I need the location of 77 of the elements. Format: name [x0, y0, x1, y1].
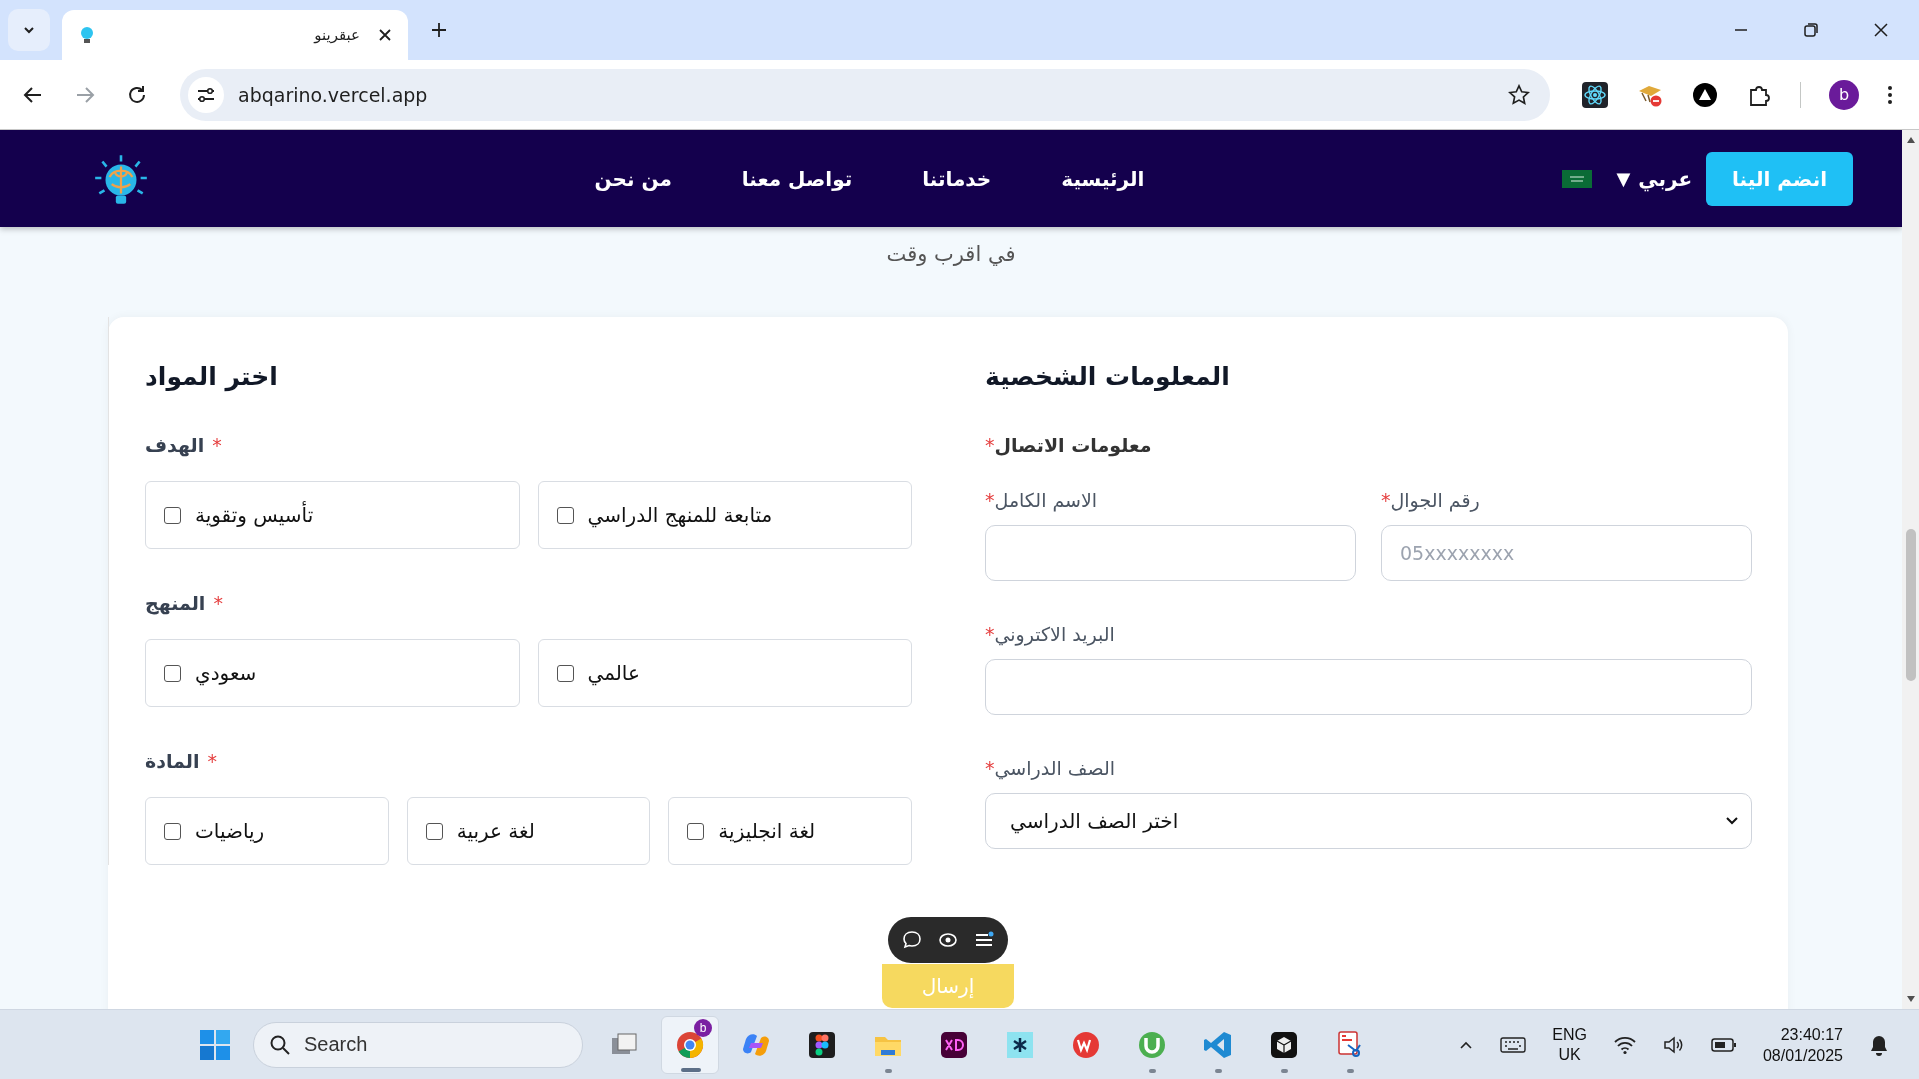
grade-dropdown[interactable]: اختر الصف الدراسي [985, 793, 1752, 849]
battery-icon[interactable] [1710, 1036, 1737, 1053]
checkbox-option[interactable]: لغة انجليزية [668, 797, 912, 865]
checkbox-option[interactable]: متابعة للمنهج الدراسي [537, 481, 912, 549]
section-title: اختر المواد [145, 361, 279, 394]
wifi-icon[interactable] [1612, 1034, 1637, 1055]
field-label: الصف الدراسي [994, 756, 1115, 781]
keyboard-icon[interactable] [1500, 1034, 1527, 1055]
required-mark: * [985, 622, 995, 647]
checkbox-option[interactable]: لغة عربية [406, 797, 651, 865]
windows-start-icon[interactable] [199, 1028, 231, 1061]
checkbox[interactable] [164, 506, 181, 524]
clock-date[interactable]: 08/01/2025 [1762, 1044, 1843, 1066]
bookmark-star-icon[interactable] [1508, 83, 1530, 106]
checkbox-option[interactable]: تأسيس وتقوية [145, 481, 520, 549]
keyboard-layout[interactable]: UK [1558, 1044, 1581, 1065]
tab-title: عبقرينو [312, 26, 360, 44]
input-language[interactable]: ENG [1552, 1024, 1587, 1045]
intro-text: في اقرب وقت [885, 241, 1017, 268]
required-mark: * [213, 591, 223, 616]
comment-icon[interactable] [901, 929, 923, 951]
taskbar-button[interactable]: b [661, 1015, 719, 1074]
nav-link[interactable]: تواصل معنا [741, 166, 853, 191]
close-icon[interactable] [1873, 22, 1889, 38]
restore-icon[interactable] [1803, 22, 1819, 38]
section-label: معلومات الاتصال [994, 433, 1152, 459]
nav-link[interactable]: من نحن [594, 166, 672, 191]
required-mark: * [985, 433, 995, 458]
reload-icon[interactable] [126, 83, 148, 106]
checkbox-option[interactable]: عالمي [537, 639, 912, 707]
browser-tab[interactable]: عبقرينو [62, 10, 408, 60]
search-icon [269, 1033, 291, 1056]
input-field[interactable] [985, 525, 1356, 581]
close-icon[interactable] [378, 28, 392, 42]
required-mark: * [212, 433, 222, 458]
notification-bell-icon[interactable] [1869, 1033, 1889, 1056]
required-mark: * [985, 488, 995, 513]
address-bar[interactable]: abqarino.vercel.app [180, 68, 1550, 121]
required-mark: * [207, 749, 217, 774]
checkbox[interactable] [556, 506, 574, 524]
input-field[interactable]: 05xxxxxxxx [1381, 525, 1752, 581]
volume-icon[interactable] [1662, 1034, 1685, 1055]
checkbox-option[interactable]: سعودي [145, 639, 520, 707]
scroll-up-icon[interactable] [1905, 136, 1916, 144]
checkbox[interactable] [164, 664, 181, 682]
notification-badge: b [694, 1018, 712, 1037]
nav-link[interactable]: الرئيسية [1061, 166, 1145, 191]
required-mark: * [985, 756, 995, 781]
checkbox[interactable] [164, 822, 181, 840]
flag-icon [1562, 169, 1593, 188]
scrollbar[interactable] [1902, 130, 1919, 1009]
section-title: المعلومات الشخصية [985, 361, 1231, 393]
checkbox[interactable] [556, 664, 574, 682]
clock-time[interactable]: 23:40:17 [1780, 1023, 1843, 1045]
nav-link[interactable]: خدماتنا [922, 166, 992, 191]
search-field[interactable]: Search [253, 1021, 583, 1068]
profile-avatar[interactable]: b [1829, 79, 1859, 110]
field-label: البريد الاكتروني [994, 622, 1115, 647]
scrollbar-thumb[interactable] [1905, 529, 1916, 681]
group-label: الهدف [145, 433, 205, 459]
group-label: المادة [145, 749, 200, 774]
required-mark: * [1381, 488, 1391, 513]
language-selector[interactable]: ▼ عربي [1616, 166, 1693, 191]
chevron-down-icon [1725, 816, 1739, 826]
input-field[interactable] [985, 659, 1752, 715]
field-label: رقم الجوال [1390, 488, 1480, 513]
group-label: المنهج [145, 591, 206, 617]
scroll-down-icon[interactable] [1905, 995, 1916, 1003]
field-label: الاسم الكامل [994, 488, 1098, 513]
site-settings-icon[interactable] [188, 76, 224, 113]
checkbox-option[interactable]: رياضيات [145, 797, 389, 865]
new-tab-icon[interactable] [430, 21, 448, 39]
checkbox[interactable] [425, 822, 443, 840]
atom-icon[interactable] [1582, 81, 1608, 108]
more-menu-icon[interactable] [1887, 83, 1893, 106]
bulb-icon [78, 25, 96, 45]
checkbox[interactable] [687, 822, 705, 840]
